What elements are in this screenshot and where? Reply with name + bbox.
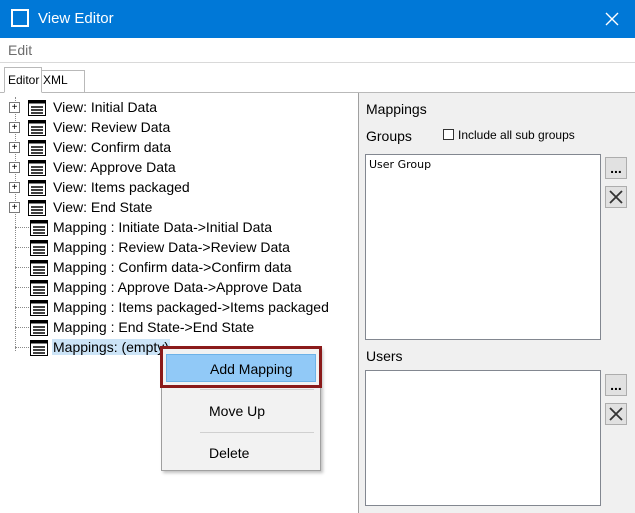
menu-edit[interactable]: Edit [8,42,32,58]
tab-editor[interactable]: Editor [4,67,42,93]
menu-item-label: Move Up [209,403,266,419]
tree-item-view[interactable]: + View: Initial Data [0,98,358,118]
expand-icon[interactable]: + [9,102,20,113]
mapping-document-icon [30,260,48,276]
tree-item-label-selected: Mappings: (empty) [52,339,170,355]
menu-bar: Edit [0,38,635,63]
tab-xml[interactable]: XML [39,70,85,92]
expand-icon[interactable]: + [9,142,20,153]
tree-item-mapping[interactable]: Mapping : Items packaged->Items packaged [0,298,358,318]
mappings-heading: Mappings [366,101,427,117]
tree-item-label: View: Confirm data [53,139,172,155]
annotation-highlight-box [160,346,322,388]
tree-item-view[interactable]: + View: End State [0,198,358,218]
tree-item-mapping[interactable]: Mapping : Approve Data->Approve Data [0,278,358,298]
tree-item-label: View: Review Data [53,119,171,135]
tree-item-label: View: End State [53,199,153,215]
details-pane: Mappings Groups Include all sub groups U… [359,93,635,513]
close-x-icon [609,407,623,421]
expand-icon[interactable]: + [9,202,20,213]
tree-item-label: View: Initial Data [53,99,158,115]
tree-item-label: Mapping : Confirm data->Confirm data [53,259,292,275]
close-icon [605,12,619,26]
groups-browse-button[interactable]: ... [605,157,627,179]
window-title: View Editor [38,10,114,27]
view-document-icon [28,120,46,136]
tree-item-label: Mapping : Review Data->Review Data [53,239,290,255]
tree-item-view[interactable]: + View: Review Data [0,118,358,138]
title-bar: View Editor [0,0,635,38]
include-sub-groups-label[interactable]: Include all sub groups [458,128,575,142]
mapping-document-icon [30,280,48,296]
tree-item-view[interactable]: + View: Items packaged [0,178,358,198]
groups-list[interactable]: User Group [365,154,601,340]
tree-item-mapping[interactable]: Mapping : End State->End State [0,318,358,338]
expand-icon[interactable]: + [9,162,20,173]
tab-strip: XML Editor [0,63,635,93]
tree-item-label: Mapping : Approve Data->Approve Data [53,279,302,295]
close-window-button[interactable] [589,0,635,38]
mapping-document-icon [30,340,48,356]
close-x-icon [609,190,623,204]
tree-item-view[interactable]: + View: Confirm data [0,138,358,158]
tree-item-label: View: Approve Data [53,159,176,175]
tree-item-label: Mapping : Items packaged->Items packaged [53,299,329,315]
tree-item-label: View: Items packaged [53,179,190,195]
expand-icon[interactable]: + [9,122,20,133]
view-document-icon [28,160,46,176]
tree-item-label: Mapping : Initiate Data->Initial Data [53,219,273,235]
tab-editor-label: Editor [8,73,40,87]
users-list[interactable] [365,370,601,506]
mapping-document-icon [30,300,48,316]
tree-item-view[interactable]: + View: Approve Data [0,158,358,178]
tree-item-mapping[interactable]: Mapping : Review Data->Review Data [0,238,358,258]
groups-label: Groups [366,128,412,144]
mapping-document-icon [30,320,48,336]
groups-clear-button[interactable] [605,186,627,208]
tree-item-mapping[interactable]: Mapping : Confirm data->Confirm data [0,258,358,278]
menu-separator [200,389,314,390]
users-browse-button[interactable]: ... [605,374,627,396]
menu-separator [200,432,314,433]
mapping-document-icon [30,240,48,256]
groups-browse-label: ... [610,160,622,176]
mapping-document-icon [30,220,48,236]
view-document-icon [28,180,46,196]
users-clear-button[interactable] [605,403,627,425]
users-label: Users [366,348,403,364]
tree-item-mapping[interactable]: Mapping : Initiate Data->Initial Data [0,218,358,238]
tab-xml-label: XML [43,73,68,87]
app-icon [11,9,29,27]
list-item[interactable]: User Group [369,158,431,171]
view-document-icon [28,100,46,116]
include-sub-groups-checkbox[interactable] [443,129,454,140]
expand-icon[interactable]: + [9,182,20,193]
menu-item-label: Delete [209,445,250,461]
view-document-icon [28,140,46,156]
menu-item-move-up[interactable]: Move Up [166,397,316,425]
users-browse-label: ... [610,377,622,393]
view-document-icon [28,200,46,216]
menu-item-delete[interactable]: Delete [166,439,316,467]
tree-item-label: Mapping : End State->End State [53,319,255,335]
